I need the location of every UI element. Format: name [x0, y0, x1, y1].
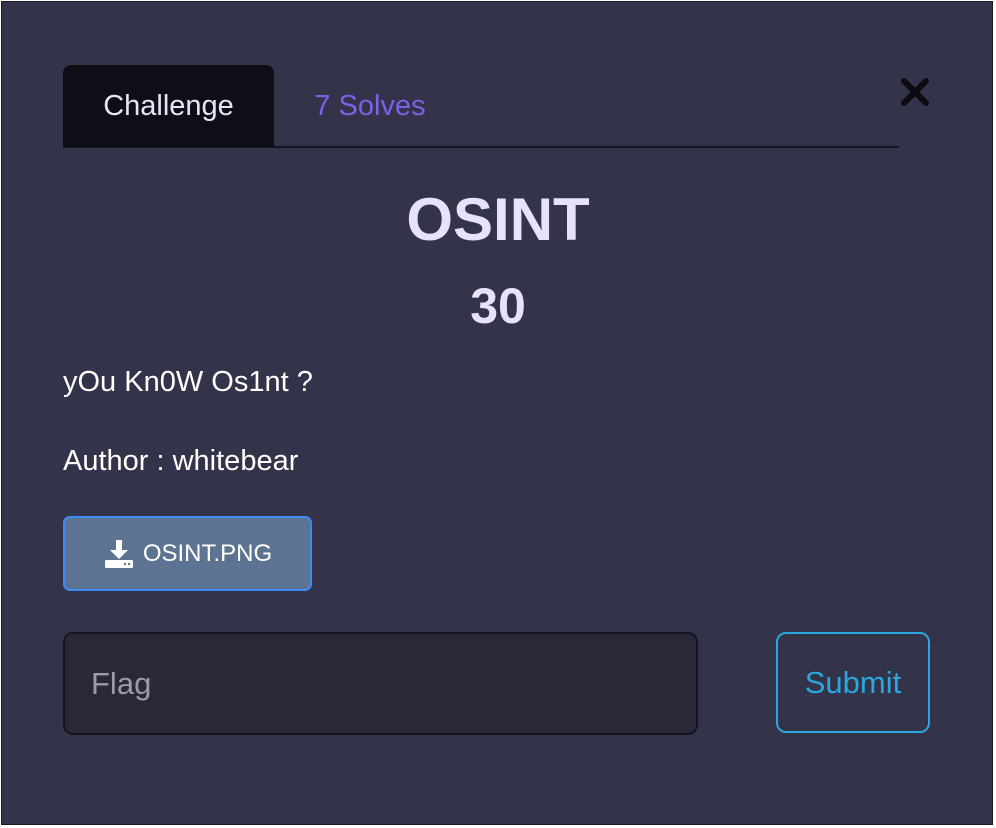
flag-input[interactable] [63, 632, 698, 735]
challenge-description: yOu Kn0W Os1nt ? [63, 366, 313, 398]
tab-challenge-label: Challenge [103, 89, 234, 122]
challenge-points: 30 [470, 278, 526, 334]
download-icon [104, 539, 133, 568]
file-download-label: OSINT.PNG [142, 539, 273, 567]
submit-button[interactable]: Submit [776, 632, 930, 733]
tab-solves[interactable]: 7 Solves [274, 65, 466, 147]
challenge-author: Author : whitebear [63, 445, 299, 477]
challenge-tabs: Challenge 7 Solves [63, 65, 899, 148]
close-button[interactable] [897, 74, 933, 110]
challenge-modal: Challenge 7 Solves OSINT 30 yOu Kn0W Os1… [1, 1, 993, 825]
challenge-name: OSINT [406, 186, 590, 253]
close-icon [901, 78, 929, 106]
tab-challenge[interactable]: Challenge [63, 65, 274, 147]
tab-solves-label: 7 Solves [314, 89, 426, 122]
file-download-button[interactable]: OSINT.PNG [63, 516, 312, 591]
